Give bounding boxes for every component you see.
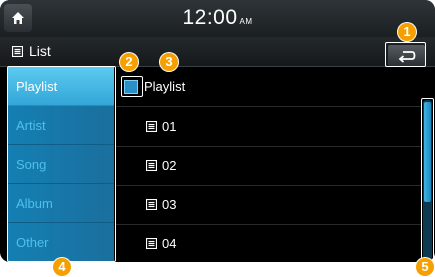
page-title-text: List — [29, 43, 51, 59]
list-item[interactable]: 03 — [116, 185, 421, 225]
clock-ampm: AM — [239, 17, 253, 26]
list-item-label: 02 — [162, 158, 177, 173]
clock: 12:00 AM — [0, 6, 435, 30]
folder-row[interactable]: Playlist — [116, 67, 421, 107]
callout-marker-3: 3 — [160, 53, 178, 71]
callout-box-sidebar — [7, 66, 116, 262]
list-icon — [146, 121, 157, 132]
callout-box-back — [385, 42, 426, 67]
callout-box-scrollbar — [421, 98, 434, 262]
page-title: List — [12, 43, 51, 59]
file-list: Playlist 01 02 03 04 — [116, 67, 421, 262]
callout-marker-1: 1 — [398, 23, 416, 41]
list-icon — [12, 45, 23, 57]
list-item-label: 03 — [162, 197, 177, 212]
list-item[interactable]: 01 — [116, 107, 421, 147]
list-icon — [146, 160, 157, 171]
list-item[interactable]: 04 — [116, 224, 421, 262]
clock-time: 12:00 — [182, 6, 238, 29]
list-item-label: 04 — [162, 236, 177, 251]
title-bar: List — [0, 37, 435, 67]
callout-box-folder-icon — [121, 76, 143, 97]
callout-marker-5: 5 — [416, 258, 434, 276]
list-item[interactable]: 02 — [116, 146, 421, 186]
list-icon — [146, 238, 157, 249]
list-item-label: 01 — [162, 119, 177, 134]
list-icon — [146, 199, 157, 210]
callout-marker-4: 4 — [53, 258, 71, 276]
callout-marker-2: 2 — [120, 53, 138, 71]
status-bar: 12:00 AM — [0, 0, 435, 37]
folder-label: Playlist — [144, 79, 186, 94]
